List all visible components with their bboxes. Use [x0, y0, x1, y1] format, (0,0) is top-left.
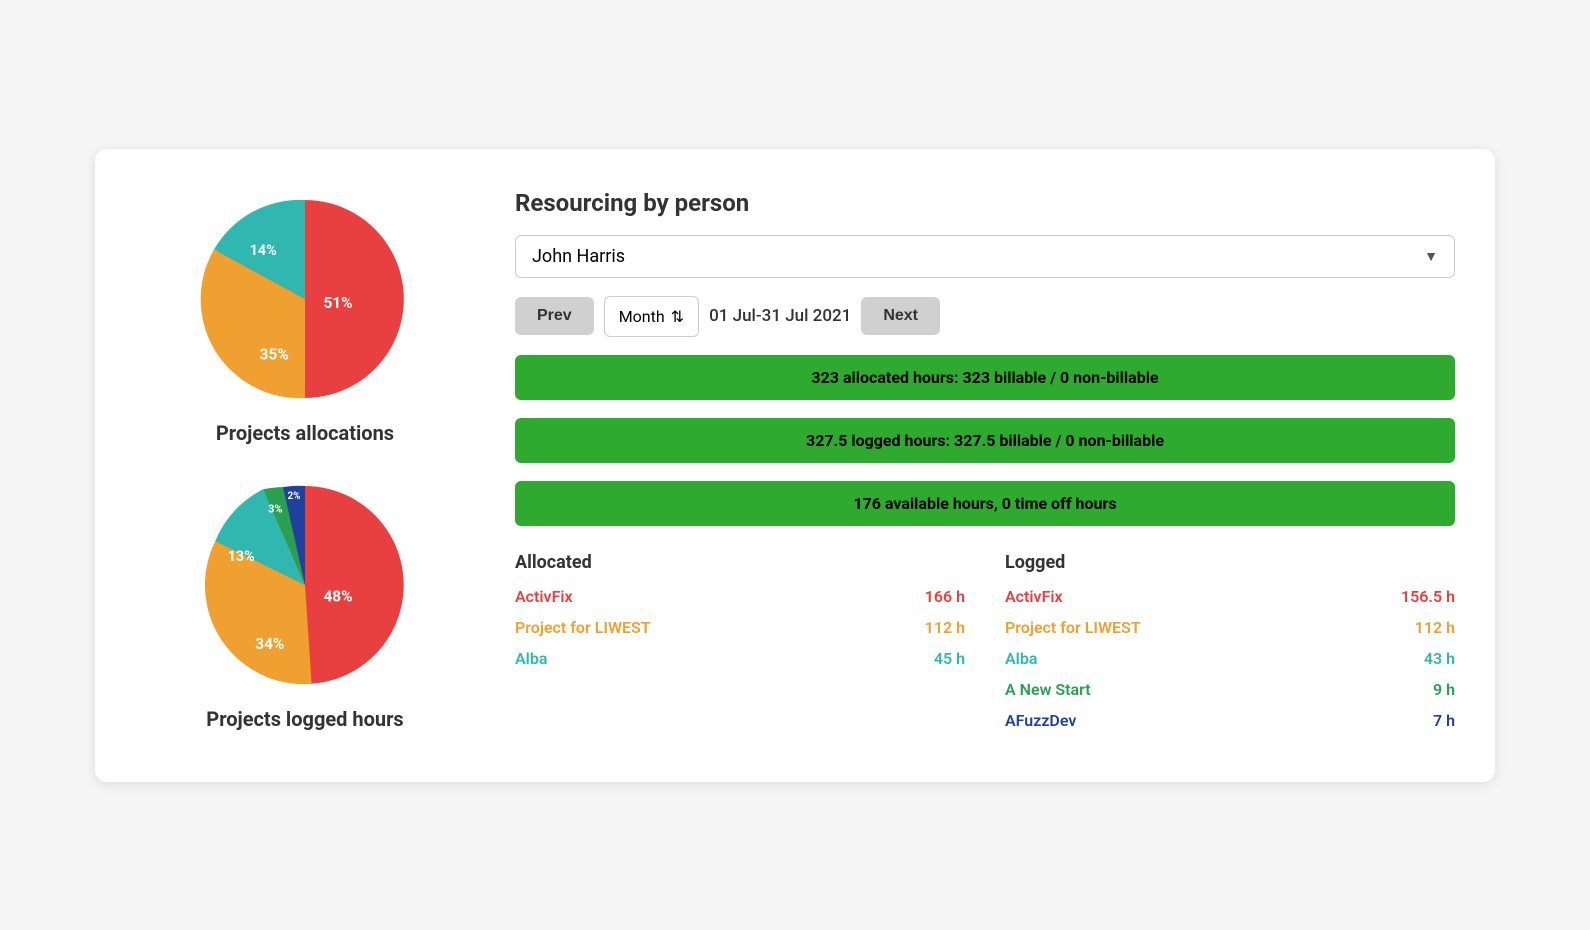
left-panel: 51% 35% 14% Projects allocations	[135, 189, 475, 742]
prev-button[interactable]: Prev	[515, 297, 594, 335]
logged-project-1: Project for LIWEST	[1005, 618, 1141, 637]
allocated-stat-bar: 323 allocated hours: 323 billable / 0 no…	[515, 355, 1455, 400]
top-chart-section: 51% 35% 14% Projects allocations	[195, 189, 415, 445]
bottom-chart-label: Projects logged hours	[206, 707, 403, 731]
allocated-hours-0: 166 h	[925, 587, 965, 606]
logged-project-2: Alba	[1005, 649, 1037, 668]
month-select-value: Month	[619, 307, 665, 326]
logged-col-title: Logged	[1005, 552, 1455, 573]
allocated-project-2: Alba	[515, 649, 547, 668]
logged-hours-3: 9 h	[1433, 680, 1455, 699]
page-title: Resourcing by person	[515, 189, 1455, 217]
logged-row-3: A New Start 9 h	[1005, 680, 1455, 699]
bottom-pie-svg: 48% 34% 13% 3% 2%	[195, 475, 415, 695]
allocated-hours-1: 112 h	[925, 618, 965, 637]
allocated-col: Allocated ActivFix 166 h Project for LIW…	[515, 552, 965, 742]
logged-row-1: Project for LIWEST 112 h	[1005, 618, 1455, 637]
logged-hours-2: 43 h	[1424, 649, 1455, 668]
top-label-orange: 35%	[260, 345, 289, 363]
logged-row-0: ActivFix 156.5 h	[1005, 587, 1455, 606]
logged-project-3: A New Start	[1005, 680, 1091, 699]
allocated-project-1: Project for LIWEST	[515, 618, 651, 637]
month-select[interactable]: Month ⇅	[604, 296, 699, 337]
person-select-value: John Harris	[532, 246, 625, 267]
allocated-col-title: Allocated	[515, 552, 965, 573]
month-arrows-icon: ⇅	[671, 307, 684, 326]
data-section: Allocated ActivFix 166 h Project for LIW…	[515, 552, 1455, 742]
logged-row-2: Alba 43 h	[1005, 649, 1455, 668]
allocated-row-2: Alba 45 h	[515, 649, 965, 668]
top-pie-chart: 51% 35% 14%	[195, 189, 415, 409]
logged-col: Logged ActivFix 156.5 h Project for LIWE…	[1005, 552, 1455, 742]
date-range: 01 Jul-31 Jul 2021	[709, 306, 851, 326]
next-button[interactable]: Next	[861, 297, 940, 335]
bottom-pie-chart: 48% 34% 13% 3% 2%	[195, 475, 415, 695]
logged-hours-1: 112 h	[1415, 618, 1455, 637]
bottom-label-green: 3%	[268, 502, 282, 515]
top-chart-label: Projects allocations	[216, 421, 394, 445]
bottom-label-navy: 2%	[288, 491, 301, 502]
top-pie-svg: 51% 35% 14%	[195, 189, 415, 409]
top-label-red: 51%	[323, 293, 352, 311]
bottom-label-orange: 34%	[255, 634, 284, 652]
logged-hours-0: 156.5 h	[1401, 587, 1455, 606]
person-select[interactable]: John Harris ▼	[515, 235, 1455, 278]
nav-row: Prev Month ⇅ 01 Jul-31 Jul 2021 Next	[515, 296, 1455, 337]
allocated-row-1: Project for LIWEST 112 h	[515, 618, 965, 637]
allocated-row-0: ActivFix 166 h	[515, 587, 965, 606]
top-label-teal: 14%	[250, 243, 277, 259]
bottom-chart-section: 48% 34% 13% 3% 2% Projects logged hours	[195, 475, 415, 731]
bottom-label-teal: 13%	[228, 548, 255, 564]
chevron-down-icon: ▼	[1424, 248, 1438, 265]
bottom-label-red: 48%	[323, 587, 352, 605]
allocated-project-0: ActivFix	[515, 587, 573, 606]
logged-project-4: AFuzzDev	[1005, 711, 1076, 730]
available-stat-bar: 176 available hours, 0 time off hours	[515, 481, 1455, 526]
main-card: 51% 35% 14% Projects allocations	[95, 149, 1495, 782]
right-panel: Resourcing by person John Harris ▼ Prev …	[515, 189, 1455, 742]
logged-stat-bar: 327.5 logged hours: 327.5 billable / 0 n…	[515, 418, 1455, 463]
logged-project-0: ActivFix	[1005, 587, 1063, 606]
allocated-hours-2: 45 h	[934, 649, 965, 668]
logged-hours-4: 7 h	[1433, 711, 1455, 730]
logged-row-4: AFuzzDev 7 h	[1005, 711, 1455, 730]
